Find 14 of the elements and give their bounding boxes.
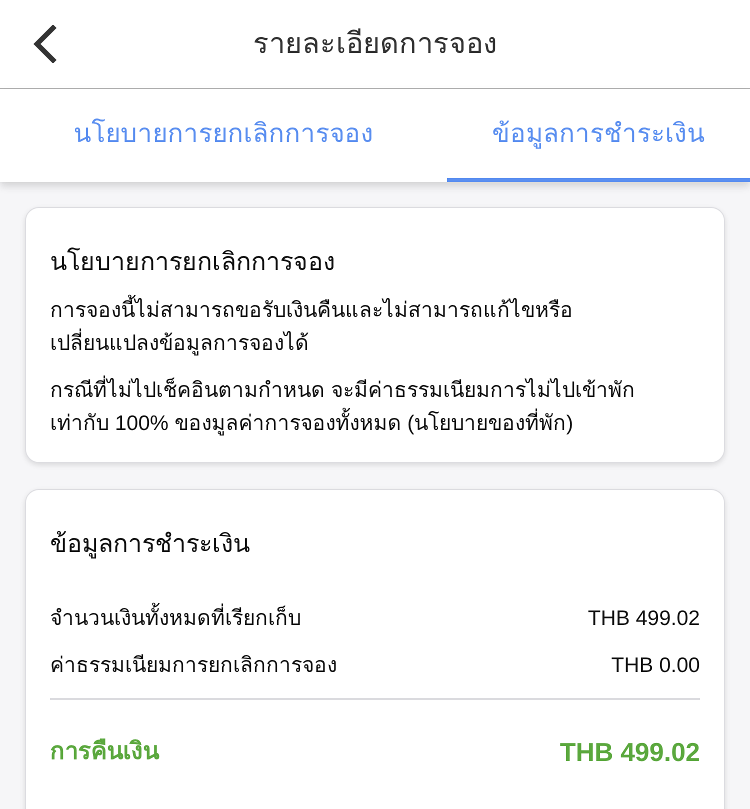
charge-amount: THB 0.00 [611, 652, 700, 679]
tab[interactable]: ข้อมูลการชำระเงิน [447, 89, 750, 182]
card-title: ข้อมูลการชำระเงิน [50, 529, 251, 560]
charge-label: ค่าธรรมเนียมการยกเลิกการจอง [50, 652, 337, 679]
back-icon [31, 25, 57, 63]
charge-amount: THB 499.02 [588, 606, 700, 632]
charge-label: จำนวนเงินทั้งหมดที่เรียกเก็บ [50, 602, 301, 634]
refund-amount: THB 499.02 [560, 736, 700, 768]
policy-text: การจองนี้ไม่สามารถขอรับเงินคืนและไม่สามารถแก้ไขหรือเปลี่ยนแปลงข้อมูลการจองได้ [50, 294, 700, 360]
refund-label: การคืนเงิน [50, 737, 159, 767]
page-title: รายละเอียดการจอง [253, 30, 497, 58]
policy-text: กรณีที่ไม่ไปเช็คอินตามกำหนด จะมีค่าธรรมเนียมการไม่ไปเข้าพักเท่ากับ 100% ของมูลค่าการจองทั้งหมด (นโยบายของที่พัก) [50, 374, 700, 440]
card-title: นโยบายการยกเลิกการจอง [50, 246, 336, 278]
tab[interactable]: นโยบายการยกเลิกการจอง [0, 89, 447, 182]
